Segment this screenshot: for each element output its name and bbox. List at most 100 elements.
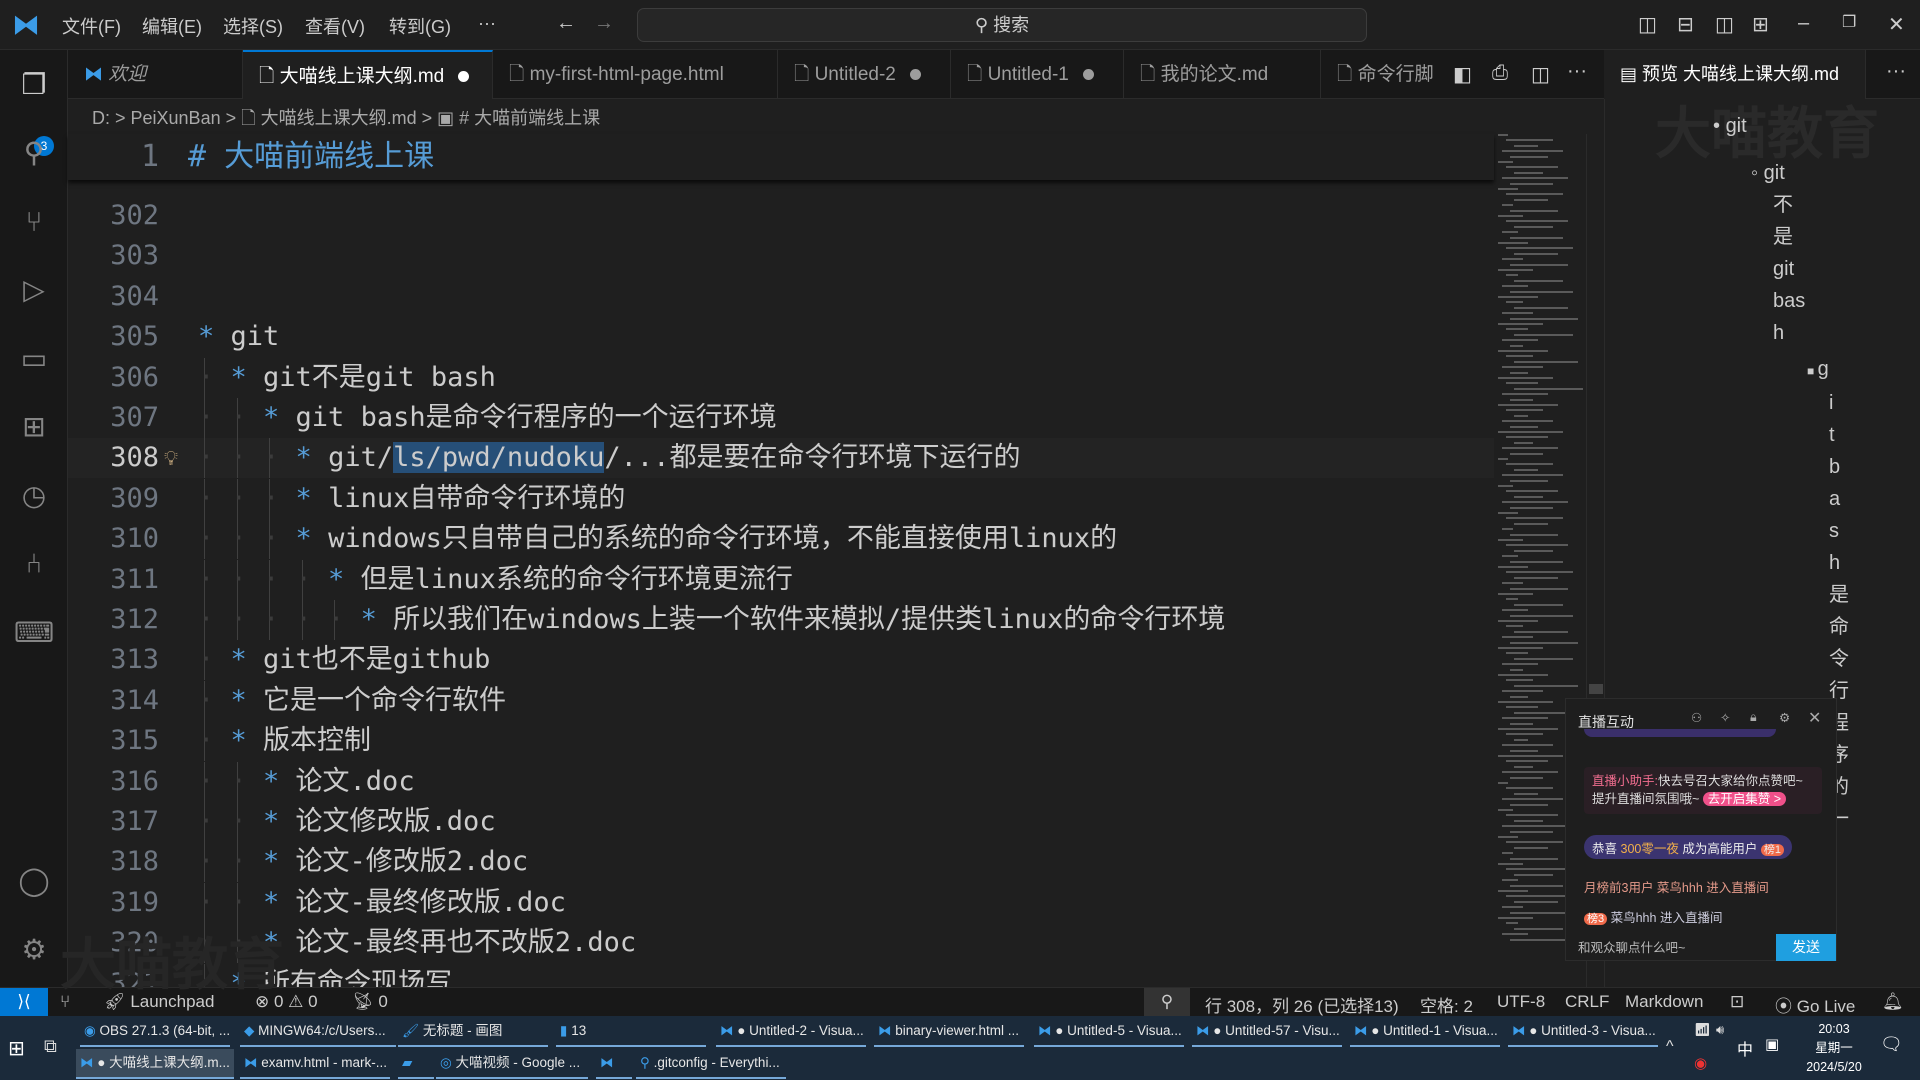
taskbar-folder[interactable]: ▮ 13 — [556, 1017, 706, 1047]
ime-indicator[interactable]: 中 — [1737, 1036, 1753, 1060]
editor-line[interactable]: 319 · · * 论文-最终修改版.doc — [68, 882, 1494, 923]
close-button[interactable]: ✕ — [1888, 12, 1905, 37]
task-view-icon[interactable]: ⧉ — [44, 1036, 57, 1057]
source-control-icon[interactable]: ⑂ — [14, 202, 54, 242]
go-live-button[interactable]: ⦿ Go Live — [1775, 992, 1855, 1017]
editor-line[interactable]: 317 · · * 论文修改版.doc — [68, 802, 1494, 842]
open-preview-side-icon[interactable]: ◧ — [1453, 62, 1472, 87]
zoom-icon[interactable]: ⚲ — [1144, 988, 1190, 1017]
editor-line[interactable]: 306 · * git不是git bash — [68, 357, 1494, 398]
close-icon[interactable]: ✕ — [1808, 708, 1821, 728]
editor-line[interactable]: 314 · * 它是一个命令行软件 — [68, 680, 1494, 721]
effects-icon[interactable]: ✧ — [1720, 710, 1730, 725]
remote-indicator-icon[interactable]: ⟩⟨ — [0, 988, 48, 1017]
toggle-panel-icon[interactable]: ⊟ — [1677, 12, 1694, 37]
indentation[interactable]: 空格: 2 — [1420, 992, 1473, 1017]
editor-line[interactable]: 312 · · · · · * 所以我们在windows上装一个软件来模拟/提供类… — [68, 600, 1494, 640]
editor-line[interactable]: 310 · · · * windows只自带自己的系统的命令行环境，不能直接使用l… — [68, 519, 1494, 560]
editor-line[interactable]: 315 · * 版本控制 — [68, 721, 1494, 762]
send-button[interactable]: 发送 — [1776, 934, 1836, 961]
taskbar-vscode[interactable]: ⧓ ● Untitled-3 - Visua... — [1508, 1017, 1658, 1047]
editor-line[interactable]: 307 · · * git bash是命令行程序的一个运行环境 — [68, 398, 1494, 438]
network-icon[interactable]: 📶︎ — [1694, 1022, 1711, 1038]
run-debug-icon[interactable]: ▷ — [14, 270, 54, 310]
toggle-primary-sidebar-icon[interactable]: ◫ — [1638, 12, 1657, 37]
taskbar-vscode-active[interactable]: ⧓ ● 大喵线上课大纲.m... — [76, 1049, 234, 1079]
toggle-secondary-sidebar-icon[interactable]: ◫ — [1715, 12, 1734, 37]
more-actions-icon[interactable]: ··· — [1567, 60, 1587, 83]
print-icon[interactable]: ⎙ — [1492, 62, 1508, 85]
timeline-icon[interactable]: ◷ — [14, 476, 54, 516]
taskbar-mingw64[interactable]: ◆ MINGW64:/c/Users... — [240, 1017, 396, 1047]
action-center-icon[interactable]: 🗨︎ — [1880, 1034, 1903, 1055]
tab-my-thesis[interactable]: 🗋 我的论文.md — [1124, 50, 1321, 99]
terminal-icon[interactable]: ⌨ — [14, 613, 54, 653]
menu-file[interactable]: 文件(F) — [62, 13, 121, 39]
forward-arrow-icon[interactable]: → — [594, 12, 614, 35]
editor-line[interactable]: 318 · · * 论文-修改版2.doc — [68, 842, 1494, 883]
tab-untitled-1[interactable]: 🗋 Untitled-1 — [951, 50, 1124, 99]
windows-start-icon[interactable]: ⊞ — [8, 1036, 25, 1061]
tab-welcome[interactable]: ⧓ 欢迎 — [68, 50, 243, 99]
clock[interactable]: 20:03 星期一 2024/5/20 — [1800, 1020, 1868, 1077]
sticky-scroll-header[interactable]: 1 # 大喵前端线上课 — [68, 134, 1494, 180]
menu-more[interactable]: ··· — [478, 13, 496, 34]
taskbar-vscode[interactable]: ⧓ ● Untitled-57 - Visu... — [1192, 1017, 1342, 1047]
modified-dot-icon[interactable] — [458, 71, 470, 83]
taskbar-vscode[interactable]: ⧓ ● Untitled-2 - Visua... — [716, 1017, 866, 1047]
modified-dot-icon[interactable] — [1082, 69, 1094, 81]
taskbar-vscode[interactable]: ⧓ binary-viewer.html ... — [874, 1017, 1024, 1047]
tab-dami-outline[interactable]: 🗋 大喵线上课大纲.md — [243, 50, 493, 99]
editor-line[interactable]: 305 * git — [68, 317, 1494, 357]
modified-dot-icon[interactable] — [909, 69, 921, 81]
minimize-button[interactable]: – — [1798, 12, 1809, 35]
accounts-icon[interactable]: ◯ — [14, 861, 54, 901]
ime-mode-icon[interactable]: ▣ — [1765, 1035, 1779, 1053]
breadcrumb-folder[interactable]: PeiXunBan — [131, 108, 221, 128]
taskbar-vscode[interactable]: ⧓ ● Untitled-1 - Visua... — [1350, 1017, 1500, 1047]
terminal-icon[interactable]: ⊡ — [1730, 992, 1744, 1012]
explorer-icon[interactable]: ❐ — [14, 65, 54, 105]
git-graph-icon[interactable]: ⑃ — [14, 544, 54, 584]
tab-untitled-2[interactable]: 🗋 Untitled-2 — [778, 50, 951, 99]
taskbar-obs[interactable]: ◉ OBS 27.1.3 (64-bit, ... — [80, 1017, 230, 1047]
ports-button[interactable]: 📡︎ 0 — [352, 992, 388, 1012]
taskbar-paint[interactable]: 🖌︎ 无标题 - 画图 — [398, 1017, 548, 1047]
settings-gear-icon[interactable]: ⚙ — [1779, 710, 1790, 725]
editor-line[interactable]: 316 · · * 论文.doc — [68, 761, 1494, 802]
code-editor[interactable]: 302 303 304 305 * git 306 · * git不是git bash 307… — [68, 180, 1494, 987]
editor-line[interactable]: 304 — [68, 277, 1494, 317]
editor-line[interactable]: 308 · · · * git/ls/pwd/nudoku/...都是要在命令行环… — [68, 438, 1494, 479]
tab-my-first-html-page[interactable]: 🗋 my-first-html-page.html — [493, 50, 778, 99]
lightbulb-icon[interactable]: 💡︎ — [164, 438, 178, 478]
remote-explorer-icon[interactable]: ▭ — [14, 339, 54, 379]
breadcrumb-drive[interactable]: D: — [92, 108, 110, 128]
preview-more-button[interactable]: ··· — [1886, 60, 1906, 83]
customize-layout-icon[interactable]: ⊞ — [1752, 12, 1769, 37]
menu-view[interactable]: 查看(V) — [305, 13, 365, 39]
taskbar-vscode[interactable]: ⧓ ● Untitled-5 - Visua... — [1034, 1017, 1184, 1047]
show-hidden-icons-icon[interactable]: ^ — [1666, 1038, 1674, 1056]
enable-likes-button[interactable]: 去开启集赞 > — [1702, 792, 1787, 806]
search-icon[interactable]: ⚲ — [14, 133, 54, 173]
editor-line[interactable]: 309 · · · * linux自带命令行环境的 — [68, 478, 1494, 519]
manage-gear-icon[interactable]: ⚙ — [14, 930, 54, 970]
lock-icon[interactable]: 🔒︎ — [1750, 710, 1757, 725]
chat-input[interactable]: 和观众聊点什么吧~ — [1578, 937, 1685, 956]
language-mode[interactable]: Markdown — [1625, 992, 1703, 1012]
encoding[interactable]: UTF-8 — [1497, 992, 1545, 1012]
taskbar-vscode[interactable]: ⧓ examv.html - mark-... — [240, 1049, 390, 1079]
menu-go[interactable]: 转到(G) — [389, 13, 451, 39]
command-center-search[interactable]: ⚲ 搜索 — [637, 8, 1367, 42]
menu-selection[interactable]: 选择(S) — [223, 13, 283, 39]
end-of-line[interactable]: CRLF — [1565, 992, 1609, 1012]
restore-button[interactable]: ❐ — [1842, 12, 1856, 32]
link-icon[interactable]: ⚇ — [1691, 710, 1702, 725]
tab-preview[interactable]: ▤ 预览 大喵线上课大纲.md — [1604, 50, 1866, 99]
split-editor-icon[interactable]: ◫ — [1531, 62, 1550, 87]
back-arrow-icon[interactable]: ← — [556, 12, 576, 35]
taskbar-chrome[interactable]: ◎ 大喵视频 - Google ... — [436, 1049, 588, 1079]
editor-line[interactable]: 311 · · · · * 但是linux系统的命令行环境更流行 — [68, 559, 1494, 600]
menu-edit[interactable]: 编辑(E) — [142, 13, 202, 39]
notifications-bell-icon[interactable]: 🔔︎ — [1882, 992, 1904, 1012]
